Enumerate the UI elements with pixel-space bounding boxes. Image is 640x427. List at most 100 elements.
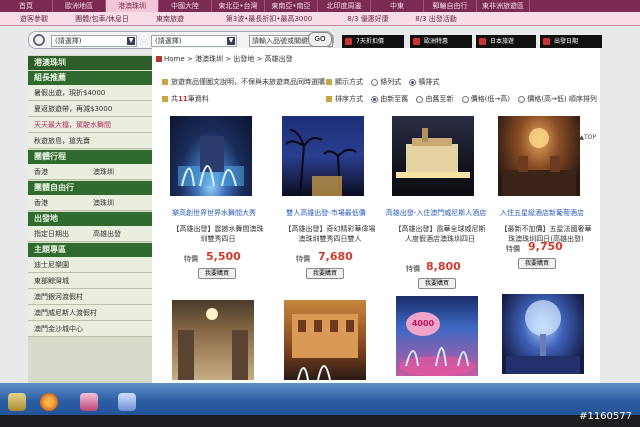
region-select[interactable]: (請選擇) ▼ <box>151 35 237 47</box>
subnav-item[interactable]: 遊客參觀 <box>0 12 68 25</box>
sidebar-item[interactable]: 秋遊旅島，搶先賣 <box>28 133 152 149</box>
sidebar-link[interactable]: 香港 <box>34 195 93 210</box>
product-image[interactable] <box>284 300 366 381</box>
buy-button[interactable]: 我要購買 <box>198 268 236 279</box>
sidebar-link[interactable]: 澳珠圳 <box>93 164 152 179</box>
breadcrumb-text[interactable]: Home > 港澳珠圳 > 出發地 > 高雄出發 <box>164 55 293 63</box>
promo-button[interactable]: 7天折扣價 <box>342 35 404 48</box>
screen: 首頁 歐洲地區 港澳珠圳 中國大陸 東北亞•台灣 東南亞•南亞 北印度周邊 中東… <box>0 0 640 427</box>
product-card: 雙人高雄出發-市場最低價 【高雄出發】奇幻精彩華偉場澳珠圳雙秀四日雙人 特價 7… <box>282 116 386 296</box>
sort-options: 排序方式 由新至舊 由舊至新 價格(低→高) 價格(高→低) 順序排列 <box>326 94 597 104</box>
nav-item-active[interactable]: 港澳珠圳 <box>106 0 159 12</box>
radio-sort-new[interactable] <box>371 95 379 103</box>
product-image[interactable] <box>172 300 254 380</box>
sidebar-section-head: 出發地 <box>28 212 152 226</box>
buy-button[interactable]: 我要購買 <box>418 278 456 289</box>
tree-illustration <box>506 300 580 374</box>
count-suffix: 筆資料 <box>187 95 209 103</box>
chevron-down-icon: ▼ <box>127 37 135 45</box>
product-title[interactable]: 高雄出發-入住澳門威尼斯人酒店 <box>382 208 490 218</box>
promo-button[interactable]: 日本旅遊 <box>476 35 536 48</box>
display-label: 顯示方式 <box>335 78 363 86</box>
product-card: 入住五星級酒店新葡萄酒店 【最新不加價】五星法國奢華珠澳珠圳四日(高雄出發) 特… <box>498 116 602 296</box>
radio-sort-price-asc[interactable] <box>461 95 469 103</box>
browser-icon[interactable] <box>80 393 98 411</box>
product-desc: 【高雄出發】風華全球威尼斯人度假酒店澳珠圳四日 <box>394 225 486 243</box>
nav-item[interactable]: 東南亞•南亞 <box>265 0 318 12</box>
main-content: Home > 港澳珠圳 > 出發地 > 高雄出發 旅遊商品僅圖文說明，不保與未旅… <box>152 48 600 388</box>
sort-opt[interactable]: 價格(低→高) <box>471 95 510 103</box>
product-card: 樂高創世界世界水舞間大秀 【高雄出發】震撼水舞間澳珠圳雙秀四日 特價 5,500… <box>170 116 274 296</box>
count-value: 11 <box>178 95 188 103</box>
product-image[interactable] <box>392 116 474 196</box>
product-title[interactable]: 樂高創世界世界水舞間大秀 <box>160 208 268 218</box>
sidebar-link[interactable]: 高雄出發 <box>93 226 152 241</box>
fountain-illustration <box>178 136 244 187</box>
sort-opt[interactable]: 順序排列 <box>569 95 597 103</box>
nav-item[interactable]: 中東 <box>371 0 424 12</box>
subnav-item[interactable]: 第3波•最長折扣•最高3000 <box>204 12 334 25</box>
nav-item[interactable]: 歐洲地區 <box>53 0 106 12</box>
sidebar-item[interactable]: 夏返旅遊帶，再減$3000 <box>28 101 152 117</box>
sort-opt[interactable]: 價格(高→低) <box>527 95 566 103</box>
sidebar-item[interactable]: 東部鯨灣城 <box>28 273 152 289</box>
media-player-icon[interactable] <box>40 393 58 411</box>
nav-item[interactable]: 首頁 <box>0 0 53 12</box>
sort-opt[interactable]: 由舊至新 <box>425 95 453 103</box>
display-opt-grid[interactable]: 橫排式 <box>418 78 439 86</box>
radio-sort-price-desc[interactable] <box>518 95 526 103</box>
sidebar-link[interactable]: 指定日期出 <box>34 226 93 241</box>
product-title[interactable]: 雙人高雄出發-市場最低價 <box>272 208 380 218</box>
subnav-item[interactable]: 8/3 出發活動 <box>402 12 470 25</box>
buy-button[interactable]: 我要購買 <box>306 268 344 279</box>
subnav-item[interactable]: 東南旅遊 <box>136 12 204 25</box>
sub-nav: 遊客參觀 團體/包車/休息日 東南旅遊 第3波•最長折扣•最高3000 8/3 … <box>0 12 640 26</box>
category-select[interactable]: (請選擇) ▼ <box>51 35 137 47</box>
sidebar-title: 港澳珠圳 <box>28 56 152 70</box>
sidebar-item[interactable]: 澳門銀河渡假村 <box>28 289 152 305</box>
nav-item[interactable]: 東北亞•台灣 <box>212 0 265 12</box>
go-button[interactable]: GO <box>308 32 332 47</box>
home-icon <box>156 56 162 62</box>
search-icon[interactable] <box>33 34 45 46</box>
sidebar-item[interactable]: 澳門威尼斯人渡假村 <box>28 305 152 321</box>
palm-illustration <box>285 129 357 197</box>
notice-label: 旅遊商品僅圖文說明，不保與未旅遊商品同時選購 <box>171 78 325 86</box>
sidebar-section-head: 團體自由行 <box>28 181 152 195</box>
sidebar-item[interactable]: 迪士尼樂園 <box>28 257 152 273</box>
sidebar-link[interactable]: 澳珠圳 <box>93 195 152 210</box>
buy-button[interactable]: 我要購買 <box>518 258 556 269</box>
display-opt-list[interactable]: 條列式 <box>380 78 401 86</box>
nav-item[interactable]: 郵輪自由行 <box>424 0 477 12</box>
product-image[interactable]: 4000 <box>396 296 478 376</box>
nav-item[interactable]: 東非洲旅遊區 <box>477 0 530 12</box>
sort-opt[interactable]: 由新至舊 <box>380 95 408 103</box>
product-card: 高雄出發-入住澳門威尼斯人酒店 【高雄出發】風華全球威尼斯人度假酒店澳珠圳四日 … <box>386 116 496 296</box>
sidebar-item[interactable]: 暑假出遊，現折$4000 <box>28 85 152 101</box>
sidebar-link[interactable]: 香港 <box>34 164 93 179</box>
subnav-item[interactable]: 團體/包車/休息日 <box>68 12 136 25</box>
subnav-item[interactable]: 8/3 優惠好康 <box>334 12 402 25</box>
product-image[interactable] <box>498 116 580 196</box>
bullet-icon <box>326 79 332 85</box>
promo-button[interactable]: 歐洲特惠 <box>410 35 472 48</box>
radio-grid-view[interactable] <box>409 78 417 86</box>
nav-item[interactable]: 中國大陸 <box>159 0 212 12</box>
product-image[interactable] <box>502 294 584 374</box>
promo-button[interactable]: 出發日期 <box>540 35 602 48</box>
chevron-down-icon: ▼ <box>227 37 235 45</box>
nav-item[interactable]: 北印度周邊 <box>318 0 371 12</box>
sidebar-item[interactable]: 天天最大檔，駕駛水舞間 <box>28 117 152 133</box>
network-icon[interactable] <box>118 393 136 411</box>
sidebar-pair: 香港 澳珠圳 <box>28 195 152 211</box>
search-bar: (請選擇) ▼ (請選擇) ▼ 請輸入品號或關鍵字 <box>28 31 334 49</box>
sidebar-item[interactable]: 澳門金沙城中心 <box>28 321 152 337</box>
category-select-value: (請選擇) <box>55 37 82 45</box>
product-image[interactable] <box>170 116 252 196</box>
folder-icon[interactable] <box>8 393 26 411</box>
radio-sort-old[interactable] <box>416 95 424 103</box>
product-image[interactable] <box>282 116 364 197</box>
product-title[interactable]: 入住五星級酒店新葡萄酒店 <box>488 208 596 218</box>
radio-list-view[interactable] <box>371 78 379 86</box>
price-label: 特價 <box>406 265 420 273</box>
